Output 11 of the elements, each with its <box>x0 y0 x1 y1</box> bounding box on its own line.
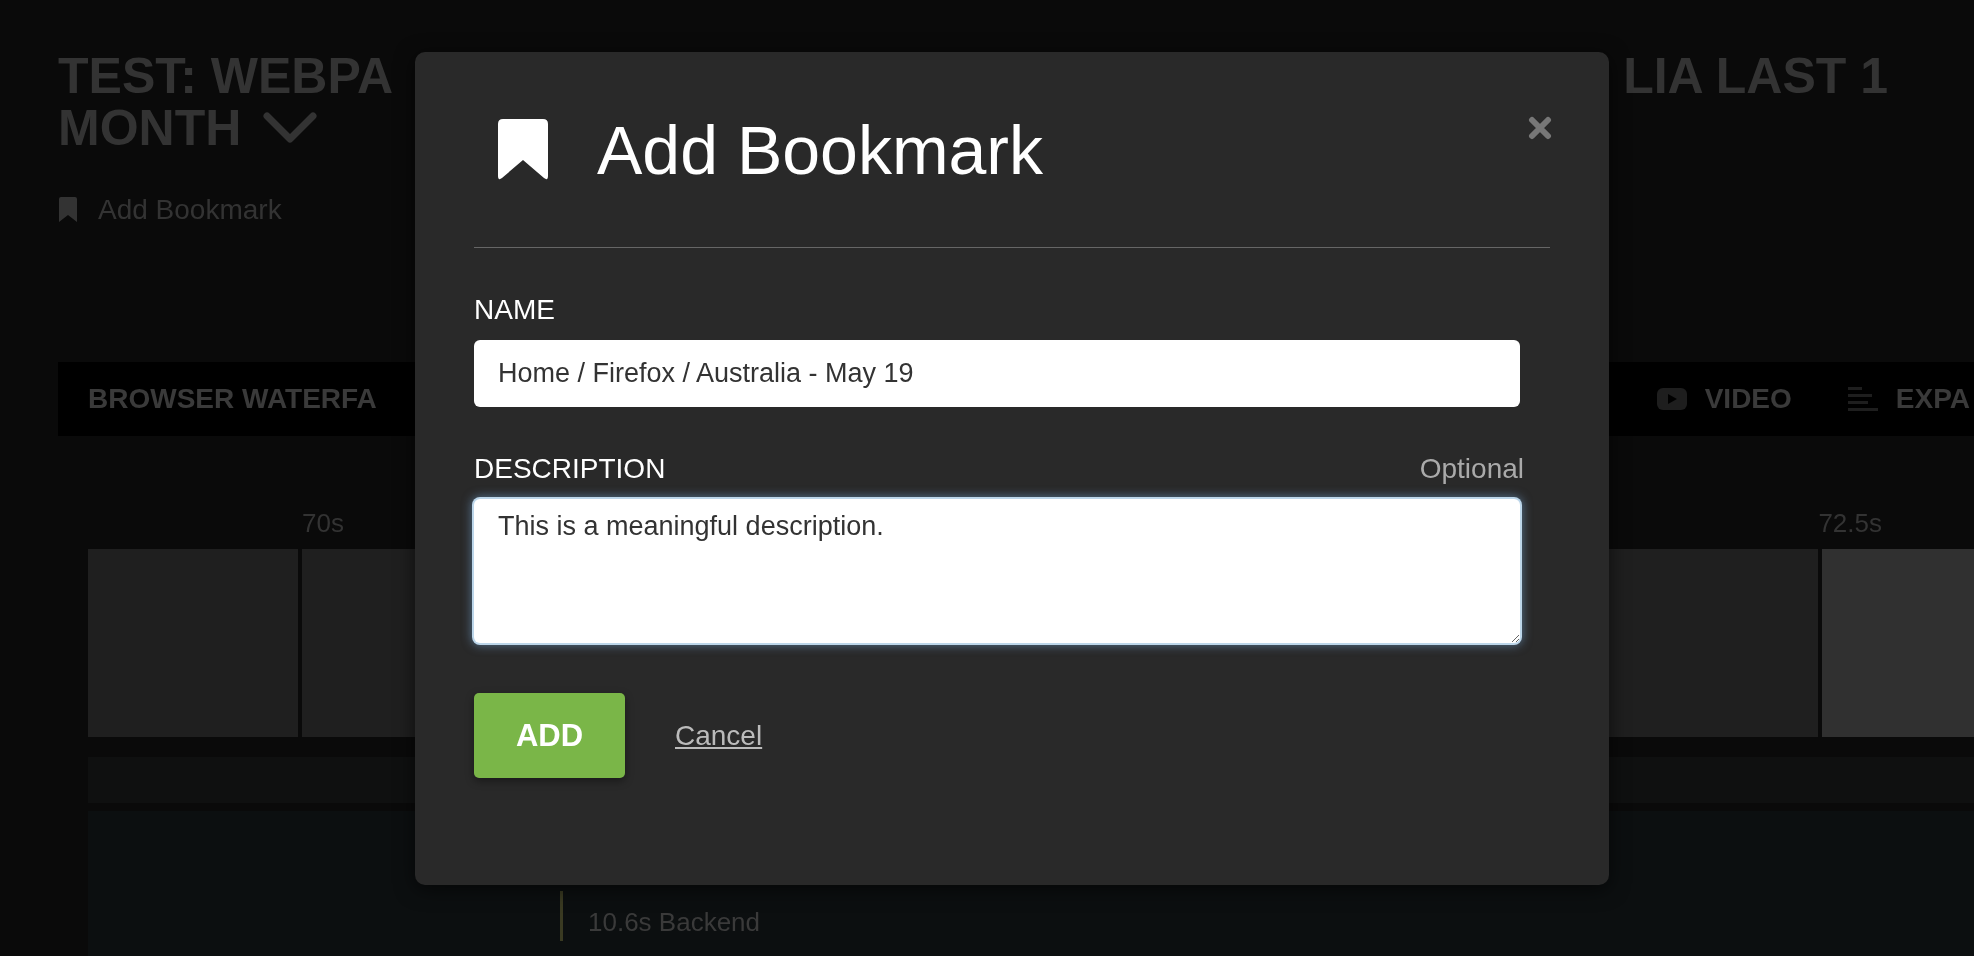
dialog-title: Add Bookmark <box>597 110 1043 189</box>
toolbar-tab[interactable]: EXPA <box>1847 383 1970 415</box>
field-label: NAME <box>474 294 555 326</box>
add-button[interactable]: ADD <box>474 693 625 778</box>
field-label: DESCRIPTION <box>474 453 666 485</box>
description-field[interactable]: This is a meaningful description. <box>474 499 1520 643</box>
optional-hint: Optional <box>1419 453 1524 485</box>
cancel-link[interactable]: Cancel <box>675 719 763 752</box>
toolbar-tab[interactable]: VIDEO <box>1656 383 1792 415</box>
name-field[interactable]: Home / Firefox / Australia - May 19 <box>474 340 1520 407</box>
toolbar-tab[interactable]: BROWSER WATERFA <box>88 383 377 415</box>
